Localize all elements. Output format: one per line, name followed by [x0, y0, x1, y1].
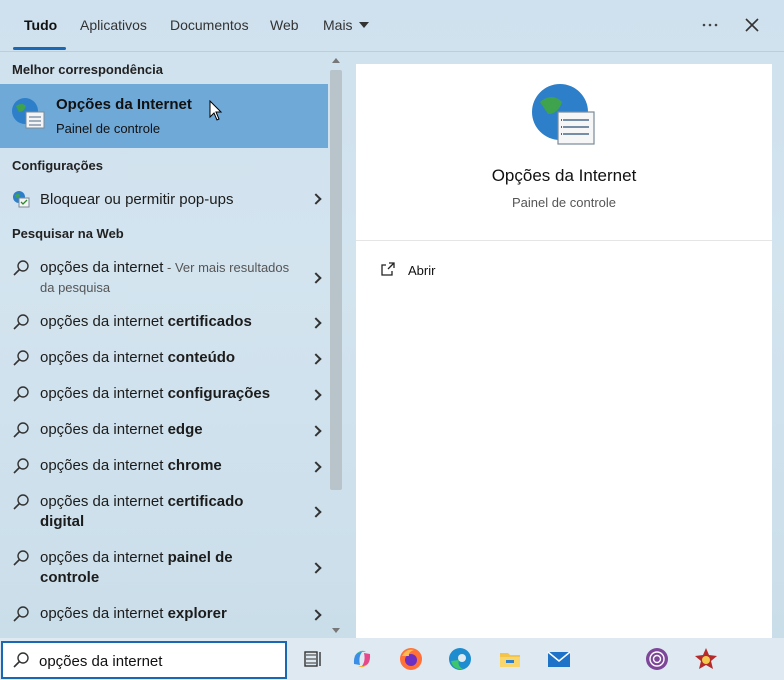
results-scrollbar[interactable] [328, 52, 344, 638]
tab-aplicativos[interactable]: Aplicativos [80, 17, 147, 33]
web-result-base: opções da internet [40, 457, 168, 474]
web-result-item[interactable]: opções da internet explorer [0, 604, 328, 628]
chevron-right-icon [310, 317, 322, 329]
web-result-text: opções da internet - Ver mais resultados… [40, 258, 300, 298]
web-result-base: opções da internet [40, 313, 168, 330]
web-result-item[interactable]: opções da internet conteúdo [0, 348, 328, 372]
taskbar-search-box[interactable] [1, 641, 287, 679]
web-result-base: opções da internet [40, 549, 168, 566]
search-icon [12, 457, 30, 475]
scroll-up-icon[interactable] [332, 58, 340, 63]
chevron-right-icon [310, 425, 322, 437]
web-result-bold: explorer [167, 605, 227, 622]
edge-icon[interactable] [447, 646, 473, 672]
game-app-icon[interactable] [693, 646, 719, 672]
popup-settings-icon [12, 190, 30, 208]
detail-subtitle: Painel de controle [511, 195, 617, 210]
open-action-label: Abrir [408, 263, 436, 278]
tor-browser-icon[interactable] [644, 646, 670, 672]
open-action[interactable]: Abrir [376, 258, 576, 282]
web-result-bold: configurações [167, 385, 271, 402]
web-result-text: opções da internet chrome [40, 456, 222, 476]
detail-title: Opções da Internet [491, 166, 637, 185]
search-icon [12, 421, 30, 439]
chevron-right-icon [310, 461, 322, 473]
internet-options-icon [10, 96, 46, 132]
more-dots-icon[interactable] [699, 14, 721, 36]
web-result-item[interactable]: opções da internet certificado digital [0, 492, 328, 536]
web-result-bold: conteúdo [167, 349, 236, 366]
settings-item-popups[interactable]: Bloquear ou permitir pop-ups [0, 186, 328, 212]
web-result-base: opções da internet [40, 493, 168, 510]
detail-divider [356, 240, 772, 241]
search-icon [12, 385, 30, 403]
search-icon [12, 349, 30, 367]
settings-item-label: Bloquear ou permitir pop-ups [40, 191, 234, 208]
web-result-text: opções da internet certificado digital [40, 492, 270, 532]
web-result-base: opções da internet [40, 385, 168, 402]
web-result-text: opções da internet explorer [40, 604, 227, 624]
tab-web[interactable]: Web [270, 17, 299, 33]
tab-tudo[interactable]: Tudo [24, 17, 57, 33]
search-input[interactable] [39, 650, 279, 672]
close-icon[interactable] [741, 14, 763, 36]
web-result-item[interactable]: opções da internet chrome [0, 456, 328, 480]
best-match-subtitle: Painel de controle [56, 121, 161, 136]
web-result-bold: edge [167, 421, 203, 438]
best-match-header: Melhor correspondência [12, 62, 163, 77]
search-icon [12, 549, 30, 567]
search-icon [12, 605, 30, 623]
chevron-right-icon [310, 353, 322, 365]
chevron-right-icon [310, 272, 322, 284]
best-match-item[interactable]: Opções da Internet Painel de controle [0, 84, 328, 148]
detail-panel: Opções da Internet Painel de controle Ab… [356, 64, 772, 638]
web-result-base: opções da internet [40, 421, 168, 438]
best-match-title: Opções da Internet [56, 96, 192, 113]
web-result-item[interactable]: opções da internet painel de controle [0, 548, 328, 592]
open-icon [380, 261, 396, 282]
copilot-icon[interactable] [349, 646, 375, 672]
mail-icon[interactable] [546, 646, 572, 672]
taskbar [0, 638, 784, 680]
tab-mais[interactable]: Mais [323, 17, 369, 33]
scroll-down-icon[interactable] [332, 628, 340, 633]
search-icon [12, 651, 30, 674]
web-result-item[interactable]: opções da internet edge [0, 420, 328, 444]
web-result-text: opções da internet configurações [40, 384, 270, 404]
web-result-text: opções da internet certificados [40, 312, 252, 332]
search-tabs-bar: Tudo Aplicativos Documentos Web Mais [0, 0, 784, 52]
web-result-item[interactable]: opções da internet certificados [0, 312, 328, 336]
search-icon [12, 259, 30, 277]
web-result-bold: certificados [167, 313, 252, 330]
active-tab-indicator [13, 47, 66, 50]
internet-options-large-icon [530, 82, 598, 150]
settings-header: Configurações [12, 158, 104, 173]
search-icon [12, 493, 30, 511]
scrollbar-thumb[interactable] [330, 70, 342, 490]
chevron-right-icon [310, 609, 322, 621]
results-list: Melhor correspondência Opções da Interne… [0, 52, 328, 638]
web-result-query: opções da internet [40, 259, 164, 276]
firefox-icon[interactable] [398, 646, 424, 672]
chevron-right-icon [310, 389, 322, 401]
search-icon [12, 313, 30, 331]
web-result-item[interactable]: opções da internet - Ver mais resultados… [0, 256, 328, 300]
chevron-right-icon [310, 193, 322, 205]
tab-documentos[interactable]: Documentos [170, 17, 249, 33]
web-search-header: Pesquisar na Web [12, 226, 124, 241]
chevron-right-icon [310, 506, 322, 518]
mouse-cursor-icon [209, 99, 223, 127]
file-explorer-icon[interactable] [497, 646, 523, 672]
chevron-right-icon [310, 562, 322, 574]
web-result-base: opções da internet [40, 605, 168, 622]
tab-mais-label: Mais [323, 17, 353, 33]
caret-down-icon [358, 22, 369, 29]
web-result-bold: chrome [167, 457, 222, 474]
web-result-base: opções da internet [40, 349, 168, 366]
task-view-icon[interactable] [300, 646, 326, 672]
web-result-item[interactable]: opções da internet configurações [0, 384, 328, 408]
web-result-text: opções da internet conteúdo [40, 348, 235, 368]
web-result-text: opções da internet edge [40, 420, 203, 440]
web-result-text: opções da internet painel de controle [40, 548, 270, 588]
